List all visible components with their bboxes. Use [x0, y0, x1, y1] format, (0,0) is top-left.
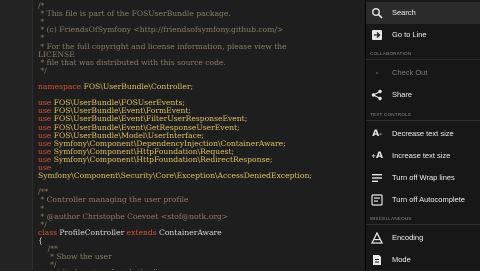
decrease-text-label: Decrease text size	[392, 129, 454, 138]
search-menu-item[interactable]: Search	[366, 2, 480, 24]
code-line: * For the full copyright and license inf…	[38, 41, 287, 51]
line-gutter	[0, 0, 33, 270]
encoding-icon	[371, 232, 383, 244]
code-line: Symfony\Component\Security\Core\Exceptio…	[38, 172, 312, 180]
encoding-label: Encoding	[392, 233, 424, 242]
section-text-controls: TEXT CONTROLS	[370, 112, 412, 117]
check-out-menu-item[interactable]: Check Out	[366, 62, 480, 84]
code-line: * @author Christophe Coevoet <stof@notk.…	[38, 211, 229, 221]
wrap-lines-icon	[372, 174, 382, 182]
code-token: Symfony\Component\HttpFoundation\Redirec…	[53, 154, 273, 164]
code-line: class ProfileController extends Containe…	[38, 227, 222, 237]
code-line: * (c) FriendsOfSymfony <http://friendsof…	[38, 26, 283, 34]
section-collaboration: COLLABORATION	[370, 51, 412, 56]
autocomplete-menu-item[interactable]: Turn off Autocomplete	[366, 189, 480, 211]
code-token: * file that was distributed with this so…	[38, 57, 226, 67]
section-miscellaneous: MISCELLANEOUS	[370, 216, 412, 221]
code-token: * @author Christophe Coevoet <stof@notk.…	[38, 211, 229, 221]
code-token: ProfileController	[59, 227, 127, 237]
decrease-text-icon: A-	[372, 129, 382, 139]
divider	[366, 120, 480, 121]
code-token: */	[38, 65, 47, 75]
code-token: ContainerAware	[159, 227, 222, 237]
divider	[366, 224, 480, 225]
checkout-icon	[376, 72, 378, 74]
check-out-label: Check Out	[392, 68, 428, 77]
divider	[366, 59, 480, 60]
decrease-text-size-menu-item[interactable]: A- Decrease text size	[366, 123, 480, 145]
code-token: Symfony\Component\Security\Core\Exceptio…	[38, 171, 312, 181]
code-line: */	[38, 65, 47, 75]
code-token: * This file is part of the FOSUserBundle…	[38, 9, 231, 19]
code-line: * file that was distributed with this so…	[38, 57, 226, 67]
encoding-menu-item[interactable]: Encoding	[366, 227, 480, 249]
code-line: namespace FOS\UserBundle\Controller;	[38, 82, 194, 91]
code-line: * Controller managing the user profile	[38, 196, 188, 204]
editor-menu-panel: Search Go to Line COLLABORATION Check Ou…	[365, 0, 480, 270]
code-line: use Symfony\Component\HttpFoundation\Red…	[38, 154, 273, 164]
increase-text-label: Increase text size	[392, 151, 451, 160]
goto-icon	[372, 30, 382, 40]
code-token: FOS\UserBundle\Controller;	[83, 82, 194, 91]
share-icon	[371, 89, 382, 101]
code-token: namespace	[38, 82, 84, 91]
code-line: * This file is part of the FOSUserBundle…	[38, 9, 231, 19]
mode-menu-item[interactable]: Mode	[366, 249, 480, 271]
mode-icon	[373, 255, 381, 265]
code-token: extends	[126, 227, 160, 237]
code-editor[interactable]: /* * This file is part of the FOSUserBun…	[0, 0, 365, 270]
search-label: Search	[392, 8, 416, 17]
search-icon	[372, 8, 383, 19]
autocomplete-icon	[371, 194, 383, 206]
code-token: * (c) FriendsOfSymfony <http://friendsof…	[38, 25, 284, 35]
go-to-line-menu-item[interactable]: Go to Line	[366, 24, 480, 46]
wrap-lines-label: Turn off Wrap lines	[392, 173, 455, 182]
code-token: * For the full copyright and license inf…	[38, 41, 287, 51]
share-label: Share	[392, 90, 413, 99]
share-menu-item[interactable]: Share	[366, 84, 480, 106]
wrap-lines-menu-item[interactable]: Turn off Wrap lines	[366, 167, 480, 189]
code-token: * Controller managing the user profile	[38, 195, 189, 205]
increase-text-size-menu-item[interactable]: +A Increase text size	[366, 145, 480, 167]
go-to-line-label: Go to Line	[392, 30, 427, 39]
increase-text-icon: +A	[371, 151, 383, 161]
autocomplete-label: Turn off Autocomplete	[392, 195, 465, 204]
mode-label: Mode	[392, 255, 411, 264]
